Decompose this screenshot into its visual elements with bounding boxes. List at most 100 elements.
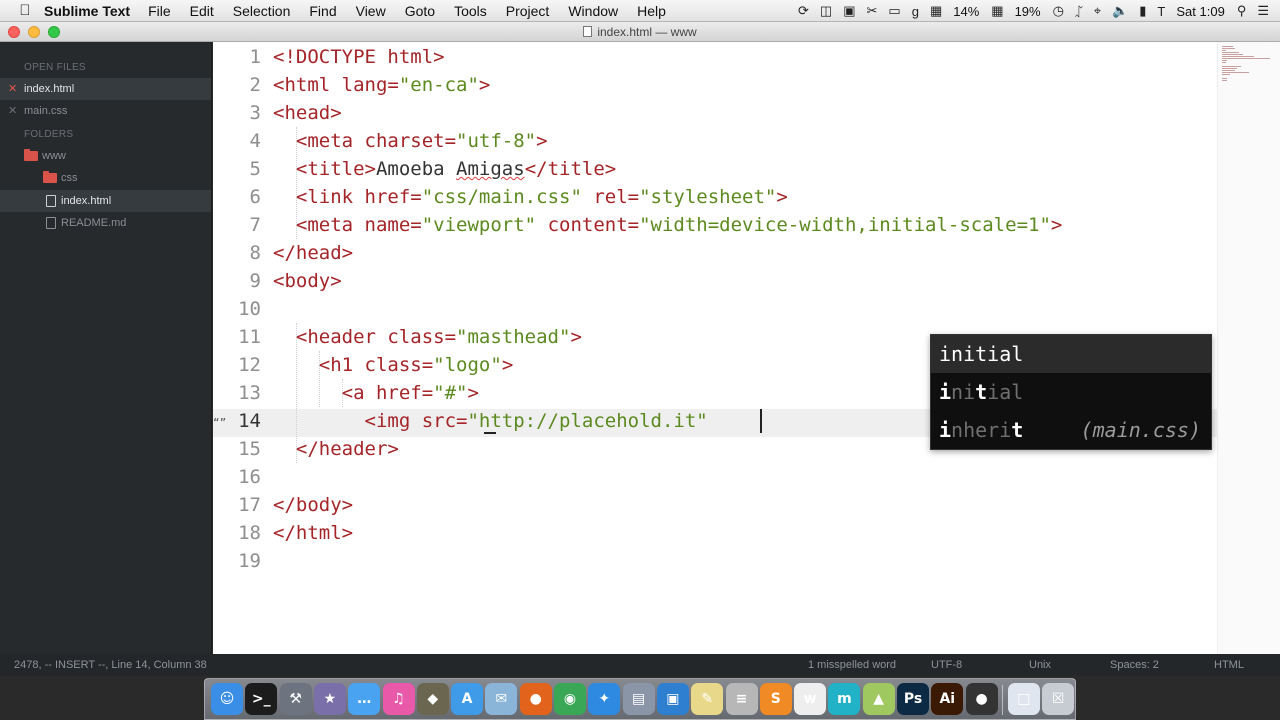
writer-icon[interactable]: w [794,683,827,715]
code-line[interactable]: <head> [273,99,342,127]
messages-icon[interactable]: … [348,683,381,715]
quick-g-icon[interactable]: g [912,4,919,19]
terminal-icon[interactable]: >_ [245,683,278,715]
line-endings-status[interactable]: Unix [1029,654,1051,676]
code-line[interactable]: <header class="masthead"> [273,323,582,351]
itunes-icon[interactable]: ♫ [382,683,415,715]
menu-window[interactable]: Window [568,3,618,19]
code-line[interactable]: <title>Amoeba Amigas</title> [273,155,616,183]
menu-goto[interactable]: Goto [405,3,435,19]
menu-view[interactable]: View [356,3,386,19]
folder-label: css [61,172,78,184]
sync-icon[interactable]: ⟳ [798,3,809,19]
window-title-bar[interactable]: index.html — www [0,22,1280,42]
notification-center-icon[interactable]: ☰ [1257,3,1269,19]
file-readme-md[interactable]: README.md [0,212,211,234]
utility-icon[interactable]: ⚒ [279,683,312,715]
screen-icon[interactable]: ▭ [888,3,900,19]
line-number: 10 [238,298,261,320]
capture-icon[interactable]: ▣ [843,3,855,19]
scissors-icon[interactable]: ✂ [867,3,878,19]
code-token: class= [364,354,434,376]
close-file-icon[interactable]: ✕ [8,100,17,122]
search-icon[interactable]: ⚲ [1237,3,1247,19]
wifi-icon[interactable]: ⌖ [1094,3,1101,19]
shield-app-icon[interactable]: ◆ [416,683,449,715]
menu-project[interactable]: Project [506,3,550,19]
finder-icon[interactable]: ☺ [211,683,243,715]
syntax-status[interactable]: HTML [1214,654,1244,676]
code-line[interactable]: <img src="http://placehold.it" [273,407,708,435]
screen-sharing-icon[interactable]: ▣ [656,683,689,715]
code-editor[interactable]: 1 2 3 4 5 6 7 8 9 10 11 12 13 14 15 16 17 18 19 “” <!DOCTY… [213,42,1280,654]
code-line[interactable]: <html lang="en-ca"> [273,71,490,99]
menu-selection[interactable]: Selection [233,3,291,19]
menu-edit[interactable]: Edit [190,3,214,19]
open-file-main-css[interactable]: ✕ main.css [0,100,211,122]
bluetooth-icon[interactable]: ᛢ [1075,4,1083,19]
app-menu[interactable]: Sublime Text [44,3,130,19]
gimp-icon[interactable]: ★ [313,683,346,715]
code-line[interactable]: <h1 class="logo"> [273,351,514,379]
folder-label: www [42,150,66,162]
apple-menu-icon[interactable]:  [14,2,36,19]
sublime-text-icon[interactable]: S [759,683,792,715]
minimap-line [1222,48,1236,49]
firefox-icon[interactable]: ● [519,683,552,715]
code-line[interactable]: <body> [273,267,342,295]
image-capture-icon[interactable]: ▤ [622,683,655,715]
document-icon[interactable] [583,26,593,37]
line-number: 14 [238,410,261,432]
menu-find[interactable]: Find [309,3,336,19]
code-line[interactable]: <meta charset="utf-8"> [273,127,548,155]
photoshop-icon[interactable]: Ps [897,683,929,715]
code-line[interactable]: <!DOCTYPE html> [273,43,445,71]
prism-icon[interactable]: ▲ [862,683,895,715]
chrome-icon[interactable]: ◉ [554,683,586,715]
code-line[interactable]: </head> [273,239,353,267]
trash-icon[interactable]: ☒ [1042,683,1075,715]
preview-icon[interactable]: ✉ [485,683,518,715]
file-index-html[interactable]: index.html [0,190,211,212]
safari-icon[interactable]: ✦ [588,683,621,715]
illustrator-icon[interactable]: Ai [931,683,964,715]
spelling-status[interactable]: 1 misspelled word [808,654,896,676]
menu-help[interactable]: Help [637,3,666,19]
autocomplete-text: t [1011,418,1024,442]
code-line[interactable]: <meta name="viewport" content="width=dev… [273,211,1062,239]
volume-icon[interactable]: 🔈 [1112,3,1128,19]
code-line[interactable]: <a href="#"> [273,379,479,407]
autocomplete-item[interactable]: initial [931,335,1211,373]
code-line[interactable]: </body> [273,491,353,519]
clock[interactable]: Sat 1:09 [1176,4,1224,19]
window-title: index.html — www [0,25,1280,39]
autocomplete-item[interactable]: inherit (main.css) [931,411,1211,449]
ram-icon[interactable]: ▦ [991,3,1003,19]
folder-www[interactable]: www [0,145,211,167]
close-file-icon[interactable]: ✕ [8,78,17,100]
autocomplete-item[interactable]: initial [931,373,1211,411]
text-input-icon[interactable]: T [1157,4,1165,19]
documents-icon[interactable]: □ [1007,683,1040,715]
github-icon[interactable]: ● [965,683,998,715]
code-line[interactable]: </header> [273,435,399,463]
menu-tools[interactable]: Tools [454,3,487,19]
time-machine-icon[interactable]: ◷ [1053,3,1064,19]
code-line[interactable]: <link href="css/main.css" rel="styleshee… [273,183,788,211]
mindnode-icon[interactable]: m [828,683,861,715]
battery-icon[interactable]: ▮ [1139,3,1146,19]
encoding-status[interactable]: UTF-8 [931,654,962,676]
mirror-icon[interactable]: ◫ [820,3,832,19]
code-token: <img [364,410,422,432]
cpu-icon[interactable]: ▦ [930,3,942,19]
open-file-index-html[interactable]: ✕ index.html [0,78,211,100]
minimap[interactable] [1217,42,1280,654]
folder-css[interactable]: css [0,167,211,189]
text-editor-icon[interactable]: ≡ [725,683,758,715]
code-line[interactable]: </html> [273,519,353,547]
app-store-icon[interactable]: A [451,683,484,715]
menu-file[interactable]: File [148,3,171,19]
minimap-line [1222,80,1227,81]
indentation-status[interactable]: Spaces: 2 [1110,654,1159,676]
notes-icon[interactable]: ✎ [691,683,724,715]
